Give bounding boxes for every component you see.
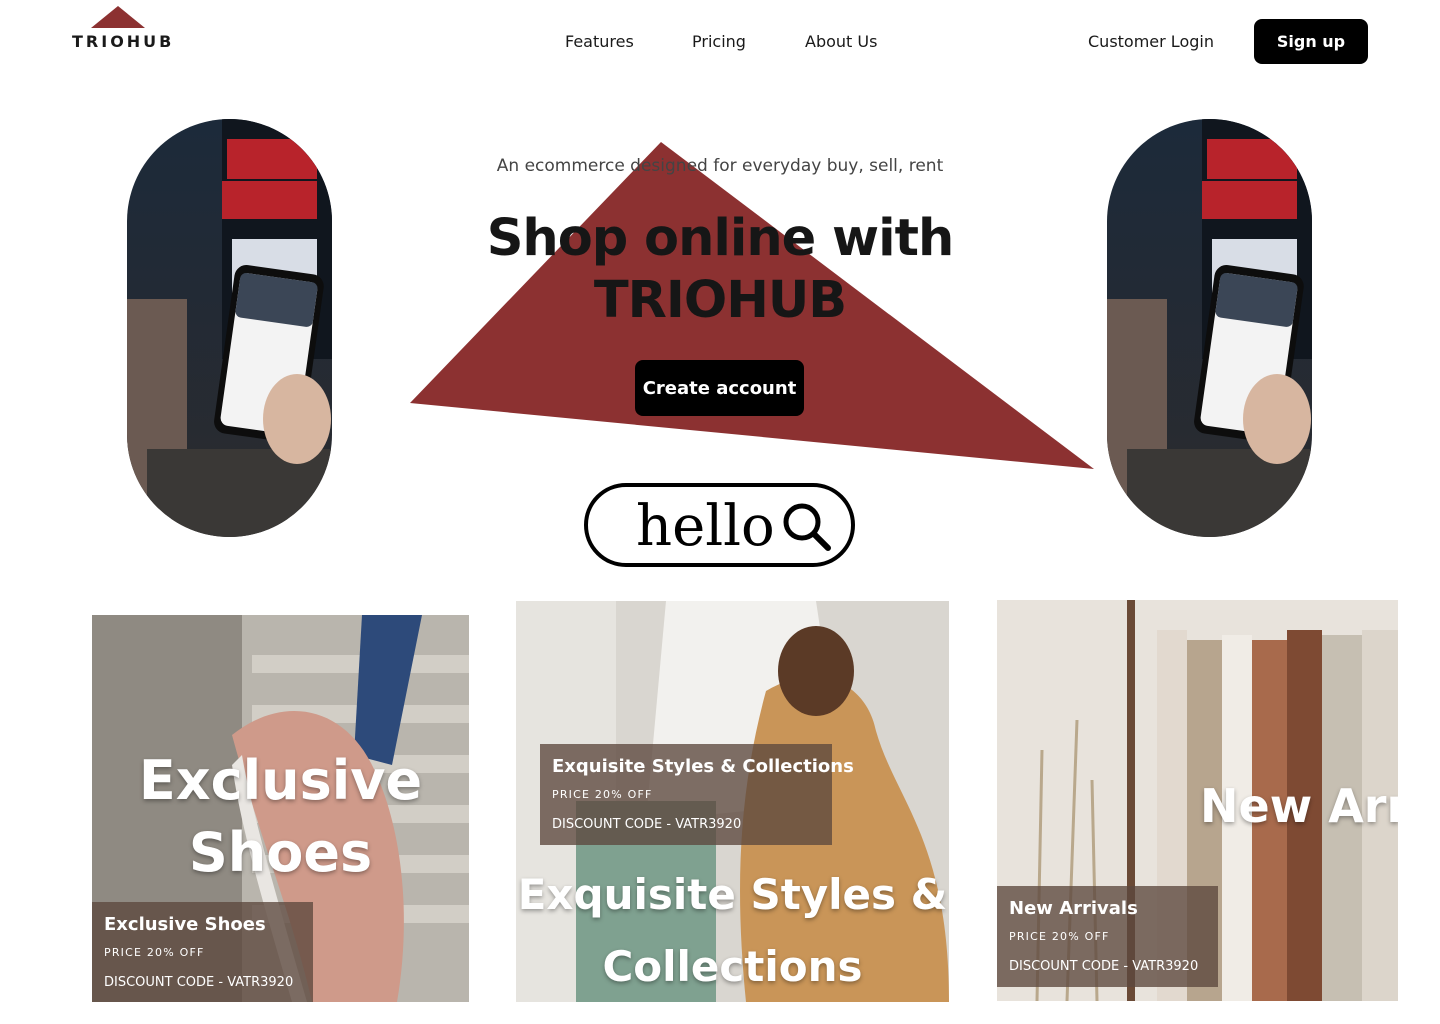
nav-pricing[interactable]: Pricing bbox=[692, 32, 746, 51]
card-price: PRICE 20% OFF bbox=[552, 788, 653, 801]
search-value: hello bbox=[636, 494, 775, 559]
search-icon[interactable] bbox=[781, 501, 833, 553]
card-info-overlay: Exclusive Shoes PRICE 20% OFF DISCOUNT C… bbox=[92, 902, 313, 1002]
brand-logo[interactable]: TRIOHUB bbox=[72, 6, 172, 52]
customer-login-link[interactable]: Customer Login bbox=[1088, 32, 1214, 51]
card-big-label: Exquisite Styles & Collections bbox=[517, 870, 948, 991]
card-new-arrivals[interactable]: New Arrivals New Arrivals PRICE 20% OFF … bbox=[997, 600, 1398, 1001]
search-input[interactable]: hello bbox=[584, 483, 855, 567]
card-title: New Arrivals bbox=[1009, 898, 1138, 919]
nav-about-us[interactable]: About Us bbox=[805, 32, 877, 51]
phone-shopping-image bbox=[1107, 119, 1312, 537]
card-title: Exquisite Styles & Collections bbox=[552, 756, 854, 777]
card-title: Exclusive Shoes bbox=[104, 914, 266, 935]
card-discount-code: DISCOUNT CODE - VATR3920 bbox=[552, 817, 742, 832]
brand-name: TRIOHUB bbox=[72, 32, 175, 51]
card-exquisite-styles[interactable]: Exquisite Styles & Collections Exquisite… bbox=[516, 601, 949, 1002]
card-info-overlay: New Arrivals PRICE 20% OFF DISCOUNT CODE… bbox=[997, 886, 1218, 987]
hero-image-right bbox=[1107, 119, 1312, 537]
logo-triangle-icon bbox=[91, 6, 145, 28]
hero-headline: Shop online with TRIOHUB bbox=[420, 208, 1020, 332]
card-exclusive-shoes[interactable]: Exclusive Shoes Exclusive Shoes PRICE 20… bbox=[92, 615, 469, 1002]
card-big-label: New Arrivals bbox=[1200, 779, 1398, 833]
hero-tagline: An ecommerce designed for everyday buy, … bbox=[496, 156, 944, 176]
card-info-overlay: Exquisite Styles & Collections PRICE 20%… bbox=[540, 744, 854, 845]
headline-line-2: TRIOHUB bbox=[593, 271, 847, 330]
card-discount-code: DISCOUNT CODE - VATR3920 bbox=[104, 975, 294, 990]
headline-line-1: Shop online with bbox=[486, 209, 955, 268]
card-big-label: Exclusive Shoes bbox=[138, 749, 423, 884]
hero-image-left bbox=[127, 119, 332, 537]
phone-shopping-image bbox=[127, 119, 332, 537]
nav-features[interactable]: Features bbox=[565, 32, 634, 51]
signup-button[interactable]: Sign up bbox=[1254, 19, 1368, 64]
card-price: PRICE 20% OFF bbox=[1009, 930, 1110, 943]
card-price: PRICE 20% OFF bbox=[104, 946, 205, 959]
create-account-button[interactable]: Create account bbox=[635, 360, 804, 416]
card-discount-code: DISCOUNT CODE - VATR3920 bbox=[1009, 959, 1199, 974]
